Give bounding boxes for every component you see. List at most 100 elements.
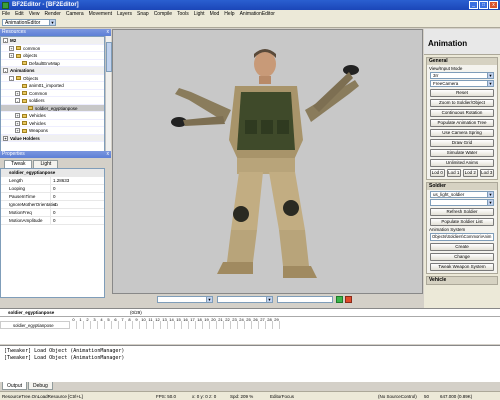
tree-item[interactable]: + Vehicles	[1, 112, 104, 120]
viewport-select-2[interactable]: ▼	[217, 296, 273, 303]
create-button[interactable]: Create	[430, 243, 494, 251]
frame-cell[interactable]	[175, 321, 182, 329]
tree-item[interactable]: + Common	[1, 90, 104, 97]
frame-cell[interactable]	[273, 321, 280, 329]
frame-cells[interactable]	[70, 321, 280, 329]
menu-light[interactable]: Light	[194, 11, 205, 17]
tab-debug[interactable]: Debug	[28, 382, 53, 390]
tree-item[interactable]: + objects	[1, 52, 104, 60]
draw-grid-button[interactable]: Draw Grid	[430, 139, 494, 147]
maximize-button[interactable]: □	[479, 1, 488, 9]
close-button[interactable]: x	[489, 1, 498, 9]
tree-item[interactable]: + Vehicles	[1, 120, 104, 127]
tree-item[interactable]: - soldiers	[1, 97, 104, 105]
property-row[interactable]: Looping 0	[1, 185, 104, 193]
cancel-icon[interactable]	[345, 296, 352, 303]
property-value[interactable]: 0	[51, 209, 56, 216]
frame-cell[interactable]	[259, 321, 266, 329]
unlimited-anims-button[interactable]: Unlimited Anims	[430, 159, 494, 167]
tree-item[interactable]: + common	[1, 45, 104, 52]
tab-light[interactable]: Light	[33, 160, 59, 168]
tree-item[interactable]: soldier_egyptianpose	[1, 104, 104, 112]
tree-item[interactable]: anim01_imported	[1, 82, 104, 90]
menu-render[interactable]: Render	[44, 11, 60, 17]
collapse-icon[interactable]: -	[15, 98, 20, 104]
property-row[interactable]: MotionAmplitude 0	[1, 217, 104, 225]
animation-system-field[interactable]: Objects\Soldiers\Common\Anim	[430, 233, 494, 241]
refresh-soldier-button[interactable]: Refresh Soldier	[430, 208, 494, 216]
viewport-input[interactable]	[277, 296, 333, 303]
property-value[interactable]: 0	[51, 217, 56, 224]
tree-item[interactable]: - Objects	[1, 75, 104, 82]
frame-cell[interactable]	[231, 321, 238, 329]
frame-cell[interactable]	[77, 321, 84, 329]
tree-item[interactable]: + Value Holders	[1, 134, 104, 142]
frame-cell[interactable]	[98, 321, 105, 329]
frame-cell[interactable]	[182, 321, 189, 329]
view-input-select[interactable]: 3rr ▼	[430, 72, 494, 79]
apply-icon[interactable]	[336, 296, 343, 303]
menu-movement[interactable]: Movement	[89, 11, 112, 17]
use-camera-spring-button[interactable]: Use Camera Spring	[430, 129, 494, 137]
property-row[interactable]: PauseInTime 0	[1, 193, 104, 201]
menu-animationeditor[interactable]: AnimationEditor	[240, 11, 275, 17]
menu-view[interactable]: View	[29, 11, 40, 17]
frame-cell[interactable]	[196, 321, 203, 329]
populate-soldier-list-button[interactable]: Populate Soldier List	[430, 218, 494, 226]
frame-cell[interactable]	[84, 321, 91, 329]
menu-edit[interactable]: Edit	[15, 11, 24, 17]
frame-cell[interactable]	[70, 321, 77, 329]
frame-cell[interactable]	[203, 321, 210, 329]
lod-1-button[interactable]: Lod 1	[446, 169, 461, 177]
frame-cell[interactable]	[210, 321, 217, 329]
expand-icon[interactable]: +	[15, 113, 20, 119]
expand-icon[interactable]: +	[9, 45, 14, 51]
soldier-select[interactable]: us_light_soldier ▼	[430, 191, 494, 198]
lod-0-button[interactable]: Lod 0	[430, 169, 445, 177]
property-row[interactable]: IgnoreMotherOrientation -1	[1, 201, 104, 209]
frame-cell[interactable]	[217, 321, 224, 329]
frame-cell[interactable]	[112, 321, 119, 329]
close-icon[interactable]: x	[107, 151, 110, 158]
frame-cell[interactable]	[126, 321, 133, 329]
property-value[interactable]: 0	[51, 185, 56, 192]
collapse-icon[interactable]: -	[3, 68, 8, 74]
frame-cell[interactable]	[168, 321, 175, 329]
property-value[interactable]: 1.28633	[51, 177, 69, 184]
lod-2-button[interactable]: Lod 2	[463, 169, 478, 177]
menu-mod[interactable]: Mod	[210, 11, 220, 17]
populate-animation-tree-button[interactable]: Populate Animation Tree	[430, 119, 494, 127]
menu-help[interactable]: Help	[224, 11, 234, 17]
expand-icon[interactable]: +	[15, 90, 20, 96]
menu-file[interactable]: File	[2, 11, 10, 17]
frame-cell[interactable]	[154, 321, 161, 329]
frame-cell[interactable]	[119, 321, 126, 329]
3d-viewport[interactable]	[112, 29, 423, 294]
expand-icon[interactable]: +	[15, 128, 20, 134]
lod-3-button[interactable]: Lod 3	[479, 169, 494, 177]
expand-icon[interactable]: +	[15, 120, 20, 126]
minimize-button[interactable]: _	[469, 1, 478, 9]
frame-cell[interactable]	[224, 321, 231, 329]
frame-cell[interactable]	[147, 321, 154, 329]
tree-item[interactable]: - Animations	[1, 67, 104, 75]
tab-tweak[interactable]: Tweak	[4, 160, 33, 168]
simulate-water-button[interactable]: Simulate Water	[430, 149, 494, 157]
menu-snap[interactable]: Snap	[137, 11, 149, 17]
frame-cell[interactable]	[105, 321, 112, 329]
property-value[interactable]: -1	[51, 201, 57, 208]
menu-layers[interactable]: Layers	[117, 11, 132, 17]
resource-tree[interactable]: - M2 + common + objects DefaultEnvMap - Animatio…	[0, 36, 105, 156]
collapse-icon[interactable]: -	[3, 38, 8, 44]
expand-icon[interactable]: +	[9, 53, 14, 59]
soldier-variant-select[interactable]: ▼	[430, 199, 494, 206]
property-row[interactable]: MotionFreq 0	[1, 209, 104, 217]
tree-item[interactable]: - M2	[1, 37, 104, 45]
frame-cell[interactable]	[189, 321, 196, 329]
frame-cell[interactable]	[91, 321, 98, 329]
frame-cell[interactable]	[266, 321, 273, 329]
frame-cell[interactable]	[161, 321, 168, 329]
frame-cell[interactable]	[245, 321, 252, 329]
tab-output[interactable]: Output	[2, 382, 28, 390]
timeline-track[interactable]: soldier_egyptianpose	[0, 321, 300, 329]
